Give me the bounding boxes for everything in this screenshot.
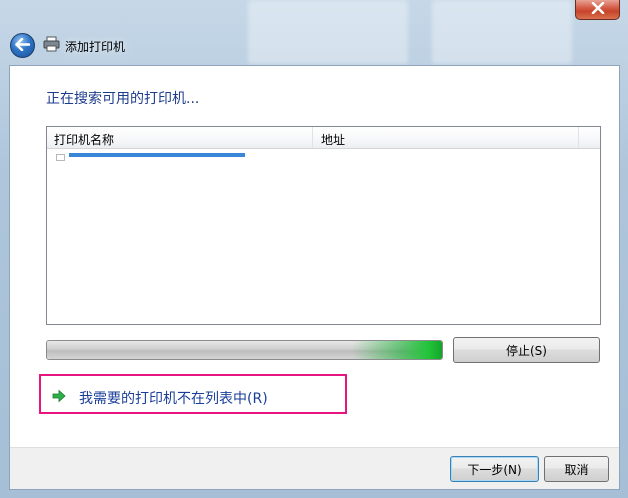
printer-list[interactable]: 打印机名称 地址 [46, 126, 601, 325]
page-heading: 正在搜索可用的打印机... [46, 91, 200, 107]
column-label: 地址 [321, 133, 346, 147]
next-button[interactable]: 下一步(N) [450, 456, 539, 482]
back-button[interactable] [10, 33, 35, 58]
printer-icon [43, 36, 60, 52]
list-header: 打印机名称 地址 [47, 127, 600, 149]
column-header-printer-name[interactable]: 打印机名称 [47, 127, 313, 148]
close-icon [591, 1, 605, 17]
background-blur [432, 0, 572, 64]
progress-glow [352, 341, 442, 359]
stop-button[interactable]: 停止(S) [453, 337, 600, 363]
background-blur [248, 0, 408, 64]
column-header-address[interactable]: 地址 [313, 127, 579, 148]
list-item[interactable] [53, 151, 313, 161]
printer-not-listed-link[interactable]: 我需要的打印机不在列表中(R) [79, 388, 268, 408]
close-button[interactable] [575, 0, 620, 20]
window-title: 添加打印机 [65, 40, 126, 54]
back-arrow-icon [15, 37, 31, 54]
green-arrow-icon [52, 389, 66, 403]
column-label: 打印机名称 [54, 133, 115, 147]
search-progress-bar [46, 340, 443, 360]
list-item-icon [56, 154, 65, 161]
list-item-selection [69, 153, 245, 157]
cancel-button[interactable]: 取消 [544, 456, 609, 482]
